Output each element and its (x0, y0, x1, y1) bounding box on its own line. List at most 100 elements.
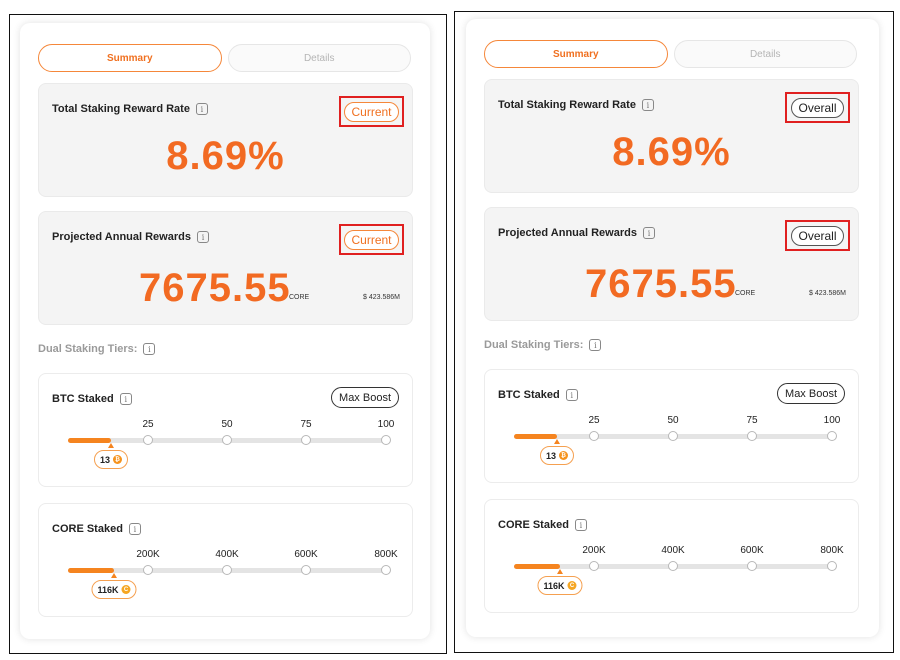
slider-thumb[interactable] (557, 569, 563, 574)
tick-label: 800K (374, 549, 398, 560)
core-value: 116K (543, 580, 565, 591)
annual-rewards-value: 7675.55 (585, 262, 737, 306)
tick-label: 600K (294, 549, 318, 560)
overall-toggle-button[interactable]: Overall (791, 97, 844, 118)
info-icon[interactable]: i (589, 339, 602, 351)
slider-tick[interactable] (301, 565, 311, 575)
reward-rate-value: 8.69% (612, 130, 731, 174)
annual-rewards-title: Projected Annual Rewards i (498, 227, 655, 239)
slider-tick[interactable] (589, 431, 599, 441)
slider-tick[interactable] (827, 561, 837, 571)
tab-bar: Summary Details (484, 40, 857, 68)
btc-value: 13 (99, 454, 111, 465)
max-boost-button[interactable]: Max Boost (331, 387, 399, 408)
slider-tick[interactable] (668, 561, 678, 571)
info-icon[interactable]: i (119, 393, 132, 405)
slider-tick[interactable] (747, 431, 757, 441)
highlight-box: Current (339, 224, 404, 255)
tick-label: 200K (136, 549, 160, 560)
reward-rate-label: Total Staking Reward Rate (52, 103, 190, 115)
highlight-box: Overall (785, 220, 850, 251)
btc-staked-panel: BTC Staked i Max Boost 25 50 75 100 13 ₿ (38, 373, 413, 487)
core-value: 116K (97, 584, 119, 595)
core-staked-label: CORE Staked (498, 519, 569, 531)
slider-tick[interactable] (827, 431, 837, 441)
btc-slider-track[interactable]: 25 50 75 100 13 ₿ (514, 415, 840, 465)
tick-label: 75 (746, 415, 758, 426)
slider-thumb[interactable] (111, 573, 117, 578)
core-slider-fill (68, 568, 114, 573)
current-toggle-button[interactable]: Current (344, 229, 399, 250)
core-value-badge: 116K C (537, 576, 583, 595)
dual-staking-tiers-label: Dual Staking Tiers: i (484, 339, 602, 351)
annual-rewards-label: Projected Annual Rewards (52, 231, 191, 243)
annual-rewards-usd: $ 423.586M (363, 294, 400, 301)
tick-label: 600K (740, 545, 764, 556)
reward-rate-value: 8.69% (166, 134, 285, 178)
current-toggle-button[interactable]: Current (344, 101, 399, 122)
reward-rate-label: Total Staking Reward Rate (498, 99, 636, 111)
reward-rate-title: Total Staking Reward Rate i (52, 103, 208, 115)
slider-tick[interactable] (143, 435, 153, 445)
slider-thumb[interactable] (554, 439, 560, 444)
tab-details[interactable]: Details (673, 40, 857, 68)
btc-staked-title: BTC Staked i (52, 393, 132, 405)
tiers-label-text: Dual Staking Tiers: (484, 339, 584, 351)
tab-summary[interactable]: Summary (484, 40, 668, 68)
left-screenshot-frame: Summary Details Total Staking Reward Rat… (9, 14, 447, 654)
btc-slider-track[interactable]: 25 50 75 100 13 ₿ (68, 419, 394, 469)
core-staked-panel: CORE Staked i 200K 400K 600K 800K 116K C (484, 499, 859, 613)
btc-value-badge: 13 ₿ (93, 450, 129, 469)
info-icon[interactable]: i (195, 103, 208, 115)
annual-rewards-title: Projected Annual Rewards i (52, 231, 209, 243)
dual-staking-tiers-label: Dual Staking Tiers: i (38, 343, 156, 355)
core-slider-track[interactable]: 200K 400K 600K 800K 116K C (68, 549, 398, 599)
max-boost-button[interactable]: Max Boost (777, 383, 845, 404)
slider-tick[interactable] (143, 565, 153, 575)
slider-tick[interactable] (381, 565, 391, 575)
info-icon[interactable]: i (642, 227, 655, 239)
btc-staked-label: BTC Staked (52, 393, 114, 405)
slider-thumb[interactable] (108, 443, 114, 448)
slider-tick[interactable] (222, 565, 232, 575)
annual-rewards-label: Projected Annual Rewards (498, 227, 637, 239)
bitcoin-icon: ₿ (113, 455, 123, 464)
slider-tick[interactable] (747, 561, 757, 571)
reward-rate-title: Total Staking Reward Rate i (498, 99, 654, 111)
core-icon: C (567, 581, 577, 590)
info-icon[interactable]: i (574, 519, 587, 531)
slider-tick[interactable] (222, 435, 232, 445)
core-staked-title: CORE Staked i (498, 519, 587, 531)
btc-staked-label: BTC Staked (498, 389, 560, 401)
reward-rate-panel: Total Staking Reward Rate i Current 8.69… (38, 83, 413, 197)
annual-rewards-value: 7675.55 (139, 266, 291, 310)
info-icon[interactable]: i (143, 343, 156, 355)
slider-tick[interactable] (381, 435, 391, 445)
overall-toggle-button[interactable]: Overall (791, 225, 844, 246)
tick-label: 400K (661, 545, 685, 556)
slider-tick[interactable] (668, 431, 678, 441)
tick-label: 25 (588, 415, 600, 426)
tab-details[interactable]: Details (227, 44, 411, 72)
highlight-box: Current (339, 96, 404, 127)
slider-tick[interactable] (589, 561, 599, 571)
info-icon[interactable]: i (565, 389, 578, 401)
slider-tick[interactable] (301, 435, 311, 445)
bitcoin-icon: ₿ (559, 451, 569, 460)
tab-summary[interactable]: Summary (38, 44, 222, 72)
tick-label: 800K (820, 545, 844, 556)
btc-value: 13 (545, 450, 557, 461)
highlight-box: Overall (785, 92, 850, 123)
info-icon[interactable]: i (641, 99, 654, 111)
tick-label: 100 (823, 415, 841, 426)
info-icon[interactable]: i (196, 231, 209, 243)
tick-label: 75 (300, 419, 312, 430)
core-slider-track[interactable]: 200K 400K 600K 800K 116K C (514, 545, 844, 595)
tick-label: 25 (142, 419, 154, 430)
core-slider-fill (514, 564, 560, 569)
btc-value-badge: 13 ₿ (539, 446, 575, 465)
core-value-badge: 116K C (91, 580, 137, 599)
info-icon[interactable]: i (128, 523, 141, 535)
tab-bar: Summary Details (38, 44, 411, 72)
annual-rewards-unit: CORE (289, 294, 310, 301)
